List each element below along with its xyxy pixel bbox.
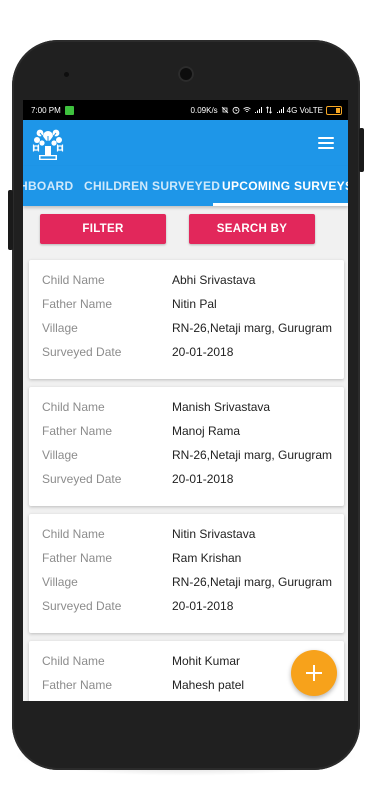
child-name-label: Child Name <box>42 527 105 541</box>
battery-icon <box>326 105 342 115</box>
card-row-village: Village RN-26,Netaji marg, Gurugram <box>42 321 338 339</box>
status-bar: 7:00 PM 0.09K/s 4G VoLTE <box>23 100 348 120</box>
tab-dashboard[interactable]: HBOARD <box>23 166 73 206</box>
child-name-value: Abhi Srivastava <box>172 273 256 287</box>
card-row-child: Child Name Abhi Srivastava <box>42 273 338 291</box>
signal-icon-2 <box>276 107 284 113</box>
village-label: Village <box>42 321 78 335</box>
village-label: Village <box>42 575 78 589</box>
child-name-value: Nitin Srivastava <box>172 527 256 541</box>
card-row-date: Surveyed Date 20-01-2018 <box>42 472 338 490</box>
child-name-label: Child Name <box>42 273 105 287</box>
card-row-child: Child Name Manish Srivastava <box>42 400 338 418</box>
father-name-label: Father Name <box>42 678 113 692</box>
filter-button[interactable]: FILTER <box>40 214 166 244</box>
hamburger-menu-icon[interactable] <box>318 137 334 149</box>
father-name-label: Father Name <box>42 424 113 438</box>
village-label: Village <box>42 448 78 462</box>
tab-bar: HBOARD CHILDREN SURVEYED UPCOMING SURVEY… <box>23 166 348 206</box>
child-name-value: Manish Srivastava <box>172 400 271 414</box>
father-name-value: Ram Krishan <box>172 551 242 565</box>
child-name-value: Mohit Kumar <box>172 654 241 668</box>
phone-camera <box>178 66 194 82</box>
father-name-value: Mahesh patel <box>172 678 245 692</box>
status-speed: 0.09K/s <box>190 105 218 115</box>
app-screen: 7:00 PM 0.09K/s 4G VoLTE HBOARD CHILDREN… <box>23 100 348 701</box>
village-value: RN-26,Netaji marg, Gurugram <box>172 575 333 589</box>
network-type: 4G VoLTE <box>286 105 323 115</box>
survey-card[interactable]: Child Name Abhi Srivastava Father Name Nit… <box>29 260 344 379</box>
card-row-father: Father Name Ram Krishan <box>42 551 338 569</box>
tab-children-surveyed[interactable]: CHILDREN SURVEYED <box>84 166 220 206</box>
mute-icon <box>221 106 228 114</box>
data-transfer-icon <box>265 106 272 114</box>
signal-icon <box>254 107 262 113</box>
surveyed-date-label: Surveyed Date <box>42 345 122 359</box>
wifi-icon <box>242 107 251 113</box>
card-row-village: Village RN-26,Netaji marg, Gurugram <box>42 448 338 466</box>
survey-card[interactable]: Child Name Manish Srivastava Father Name M… <box>29 387 344 506</box>
card-row-child: Child Name Nitin Srivastava <box>42 527 338 545</box>
surveyed-date-label: Surveyed Date <box>42 472 122 486</box>
child-name-label: Child Name <box>42 654 105 668</box>
surveyed-date-value: 20-01-2018 <box>172 472 234 486</box>
status-time: 7:00 PM <box>31 105 61 115</box>
child-name-label: Child Name <box>42 400 105 414</box>
add-survey-fab[interactable] <box>291 650 337 696</box>
father-name-value: Nitin Pal <box>172 297 217 311</box>
village-value: RN-26,Netaji marg, Gurugram <box>172 448 333 462</box>
village-value: RN-26,Netaji marg, Gurugram <box>172 321 333 335</box>
emblem-logo-icon <box>32 129 64 160</box>
card-row-father: Father Name Manoj Rama <box>42 424 338 442</box>
surveyed-date-label: Surveyed Date <box>42 599 122 613</box>
card-row-date: Surveyed Date 20-01-2018 <box>42 599 338 617</box>
surveyed-date-value: 20-01-2018 <box>172 599 234 613</box>
search-by-button[interactable]: SEARCH BY <box>189 214 315 244</box>
notification-icon <box>64 105 74 115</box>
card-row-father: Father Name Nitin Pal <box>42 297 338 315</box>
card-row-village: Village RN-26,Netaji marg, Gurugram <box>42 575 338 593</box>
alarm-icon <box>232 106 240 114</box>
card-row-date: Surveyed Date 20-01-2018 <box>42 345 338 363</box>
app-bar <box>23 120 348 166</box>
father-name-value: Manoj Rama <box>172 424 241 438</box>
action-bar: FILTER SEARCH BY <box>23 206 348 260</box>
surveyed-date-value: 20-01-2018 <box>172 345 234 359</box>
phone-side-button-left <box>8 190 13 250</box>
tab-upcoming-surveys[interactable]: UPCOMING SURVEYS <box>222 166 348 206</box>
phone-side-button-right <box>359 128 364 172</box>
survey-card[interactable]: Child Name Nitin Srivastava Father Name Ra… <box>29 514 344 633</box>
phone-sensor <box>64 72 69 77</box>
father-name-label: Father Name <box>42 297 113 311</box>
father-name-label: Father Name <box>42 551 113 565</box>
